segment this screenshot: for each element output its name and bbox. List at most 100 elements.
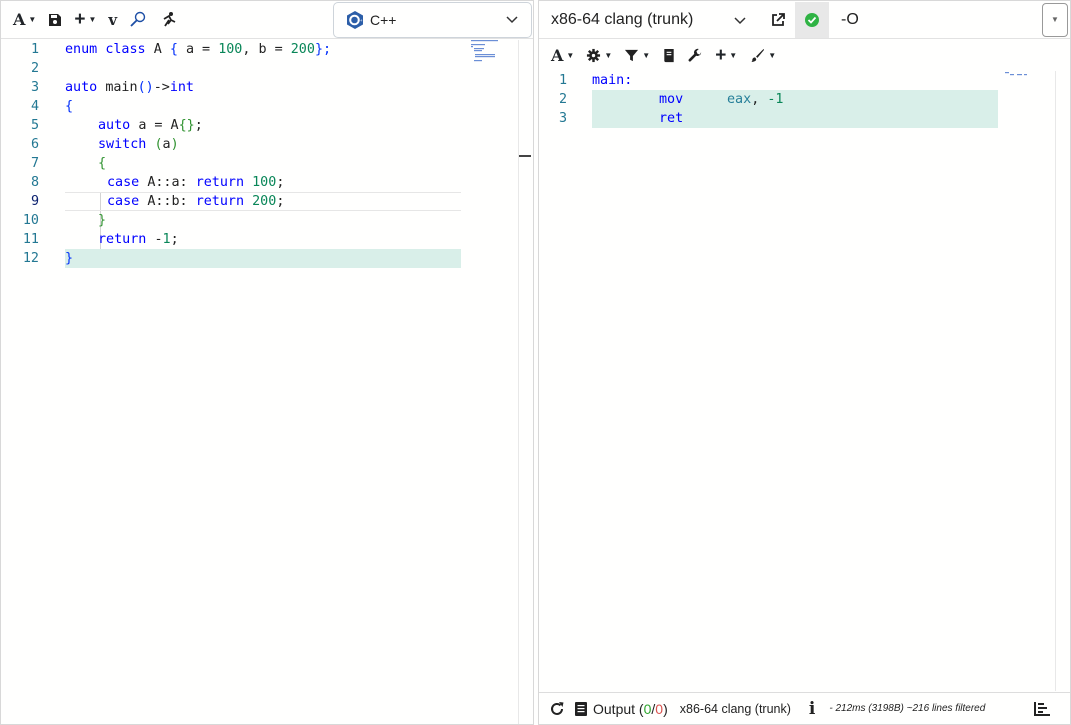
code-line: 8 case A::a: return 100; bbox=[1, 173, 533, 192]
editor-scrollbar[interactable] bbox=[518, 40, 533, 724]
tools-button[interactable] bbox=[682, 41, 709, 71]
chevron-down-icon bbox=[506, 16, 518, 24]
code-line: 1 enum class A { a = 100, b = 200}; bbox=[1, 40, 533, 59]
info-icon[interactable]: i bbox=[809, 699, 815, 719]
status-compiler-name: x86-64 clang (trunk) bbox=[679, 701, 791, 716]
code-token: A::b: bbox=[147, 194, 196, 209]
output-scrollbar[interactable] bbox=[1055, 71, 1070, 691]
add-label: + bbox=[715, 44, 727, 66]
output-toolbar: A ▼ ▼ ▼ + ▼ ▼ bbox=[539, 39, 1070, 72]
code-line: 5 auto a = A{}; bbox=[1, 116, 533, 135]
external-link-icon bbox=[772, 12, 785, 26]
output-close-paren: ) bbox=[663, 700, 668, 717]
refresh-icon bbox=[551, 701, 564, 715]
compiler-selector-bar: x86-64 clang (trunk) -O ▼ bbox=[539, 1, 1070, 39]
check-circle-icon bbox=[805, 12, 819, 27]
output-font-button[interactable]: A ▼ bbox=[545, 41, 580, 71]
output-button[interactable]: Output (0/0) bbox=[575, 701, 668, 717]
line-number: 1 bbox=[558, 73, 567, 88]
caret-down-icon: ▼ bbox=[642, 51, 651, 60]
code-line: 2 bbox=[1, 59, 533, 78]
code-token: }; bbox=[314, 42, 332, 57]
code-token: A bbox=[153, 42, 162, 57]
caret-down-icon: ▼ bbox=[729, 51, 738, 60]
line-number: 10 bbox=[22, 213, 39, 228]
code-token: ( bbox=[154, 137, 163, 152]
asm-opcode: mov bbox=[659, 92, 684, 107]
code-token: { bbox=[65, 99, 74, 114]
editor-toolbar: A ▼ + ▼ v ++ C++ bbox=[1, 1, 533, 39]
code-token: 100 bbox=[252, 175, 277, 190]
code-line: 10} bbox=[1, 211, 533, 230]
code-line: 9 case A::b: return 200; bbox=[1, 192, 533, 211]
minimap[interactable] bbox=[471, 40, 501, 64]
code-token: ) bbox=[170, 137, 179, 152]
caret-down-icon: ▼ bbox=[1051, 15, 1059, 24]
line-number: 6 bbox=[30, 137, 39, 152]
brush-icon bbox=[750, 48, 765, 63]
options-value: -O bbox=[841, 10, 859, 28]
code-line: 12} bbox=[1, 249, 533, 268]
assembly-output[interactable]: 1 main: 2 mov eax, -1 3 ret bbox=[539, 71, 1070, 691]
compiler-pane: x86-64 clang (trunk) -O ▼ A ▼ ▼ ▼ + ▼ ▼ … bbox=[538, 0, 1071, 725]
line-number: 8 bbox=[30, 175, 39, 190]
bar-chart-icon bbox=[1034, 701, 1050, 716]
code-area[interactable]: 1 enum class A { a = 100, b = 200}; 2 3 au… bbox=[1, 40, 533, 724]
compile-status[interactable] bbox=[795, 1, 829, 38]
caret-down-icon: ▼ bbox=[566, 51, 575, 60]
libraries-button[interactable] bbox=[656, 41, 682, 71]
compiler-status-bar: Output (0/0) x86-64 clang (trunk) i - 21… bbox=[539, 692, 1070, 724]
add-new-button[interactable]: + ▼ bbox=[68, 5, 102, 35]
code-token: { bbox=[169, 42, 178, 57]
line-number: 2 bbox=[558, 92, 567, 107]
magnifier-icon bbox=[130, 11, 146, 27]
compiler-options-input[interactable]: -O bbox=[829, 2, 1042, 38]
code-token: () bbox=[137, 80, 154, 95]
language-selector[interactable]: ++ C++ bbox=[333, 2, 532, 38]
filter-icon bbox=[625, 49, 639, 62]
line-number: 4 bbox=[30, 99, 39, 114]
asm-opcode: ret bbox=[659, 111, 684, 126]
save-button[interactable] bbox=[42, 5, 68, 35]
add-pane-button[interactable]: + ▼ bbox=[709, 41, 743, 71]
asm-separator: , bbox=[751, 92, 768, 107]
code-token: a bbox=[162, 137, 171, 152]
code-token: enum bbox=[65, 42, 98, 57]
code-line: 3 auto main()->int bbox=[1, 78, 533, 97]
code-token: {} bbox=[178, 118, 195, 133]
recompile-button[interactable] bbox=[543, 694, 571, 724]
filter-button[interactable]: ▼ bbox=[618, 41, 656, 71]
code-token: A::a: bbox=[147, 175, 196, 190]
minimap[interactable] bbox=[1005, 71, 1029, 79]
compiler-picker[interactable]: x86-64 clang (trunk) bbox=[539, 2, 761, 38]
options-dropdown-button[interactable]: ▼ bbox=[1042, 2, 1068, 37]
asm-register: eax bbox=[727, 92, 752, 107]
output-settings-button[interactable]: ▼ bbox=[580, 41, 618, 71]
code-token: auto bbox=[98, 118, 131, 133]
cpp-logo-icon: ++ bbox=[347, 11, 363, 29]
code-line: 6 switch (a) bbox=[1, 135, 533, 154]
opt-pipeline-button[interactable] bbox=[1028, 694, 1056, 724]
line-number: 7 bbox=[30, 156, 39, 171]
font-size-label: A bbox=[551, 46, 564, 65]
code-token: - bbox=[154, 232, 163, 247]
quick-bench-button[interactable] bbox=[153, 5, 183, 35]
code-token: } bbox=[65, 251, 74, 266]
font-size-button[interactable]: A ▼ bbox=[7, 5, 42, 35]
caret-down-icon: ▼ bbox=[88, 15, 97, 24]
vim-mode-button[interactable]: v bbox=[102, 5, 123, 35]
brush-button[interactable]: ▼ bbox=[743, 41, 782, 71]
code-token: switch bbox=[98, 137, 147, 152]
source-editor-pane: A ▼ + ▼ v ++ C++ 1 enum class A { a = 100, … bbox=[0, 0, 534, 725]
asm-line: 1 main: bbox=[539, 71, 1070, 90]
code-token: main bbox=[105, 80, 138, 95]
code-token: 100 bbox=[218, 42, 243, 57]
preprocess-search-button[interactable] bbox=[123, 5, 153, 35]
line-number: 1 bbox=[30, 42, 39, 57]
runner-icon bbox=[163, 11, 176, 26]
code-token: return bbox=[195, 194, 245, 209]
book-icon bbox=[664, 48, 674, 63]
popout-button[interactable] bbox=[761, 5, 795, 35]
code-token: ; bbox=[276, 194, 285, 209]
code-line: 11 return -1; bbox=[1, 230, 533, 249]
